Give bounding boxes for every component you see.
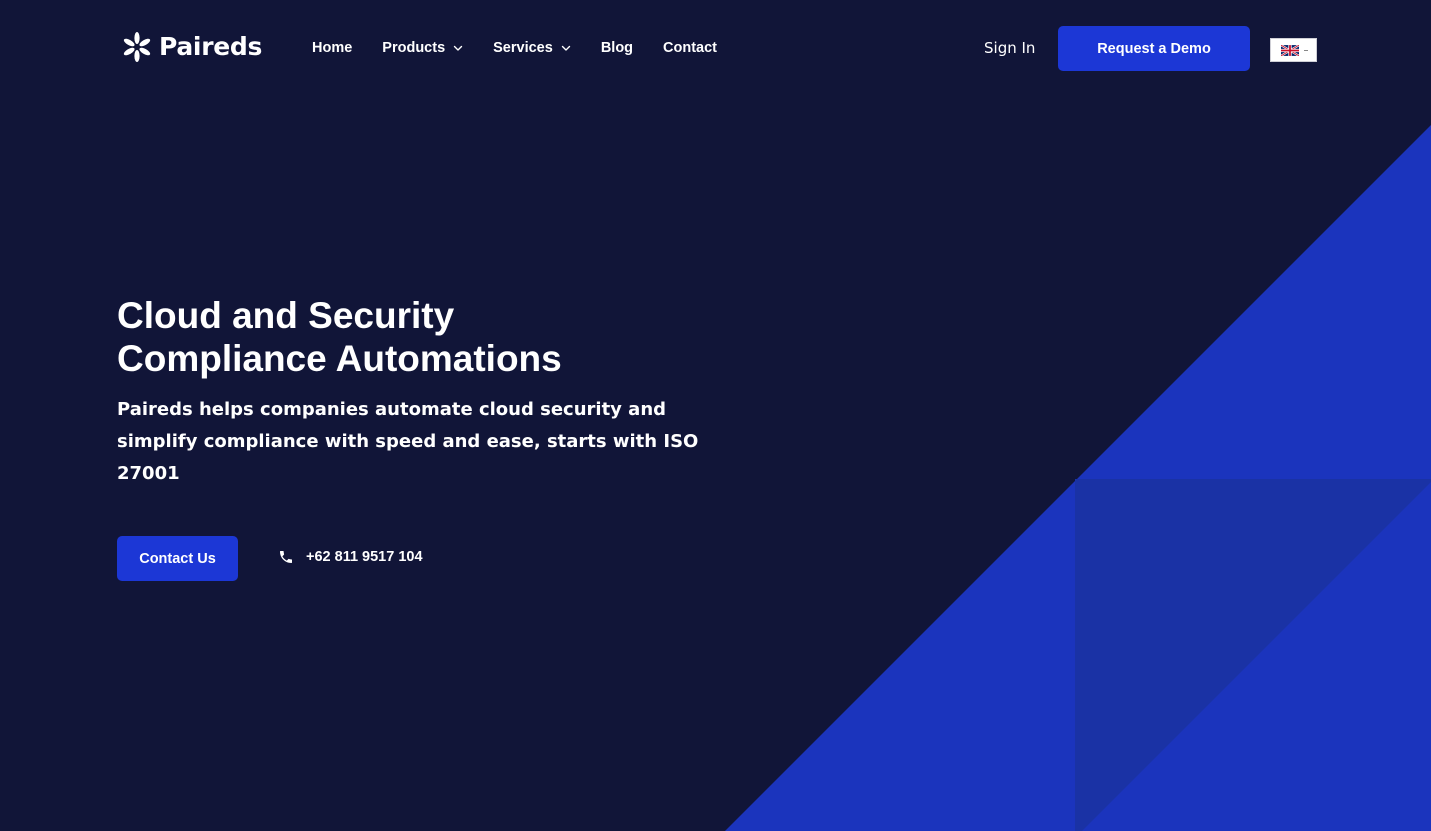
- language-dropdown-indicator: [1304, 49, 1308, 51]
- uk-flag-icon: [1281, 44, 1299, 56]
- language-selector[interactable]: [1270, 38, 1317, 62]
- contact-us-button[interactable]: Contact Us: [117, 536, 238, 581]
- page: Paireds Home Products Services Blog Cont…: [0, 0, 1431, 831]
- chevron-down-icon: [561, 45, 571, 51]
- sign-in-link[interactable]: Sign In: [984, 37, 1035, 59]
- main-navigation: Home Products Services Blog Contact: [312, 38, 717, 58]
- nav-item-services[interactable]: Services: [493, 38, 571, 58]
- nav-item-contact[interactable]: Contact: [663, 38, 717, 58]
- nav-item-label: Blog: [600, 40, 634, 56]
- hero-subtitle: Paireds helps companies automate cloud s…: [117, 399, 699, 484]
- hero-title-line-1: Cloud and Security: [117, 295, 455, 336]
- phone-icon: [280, 550, 292, 563]
- request-demo-button[interactable]: Request a Demo: [1058, 26, 1250, 71]
- site-header: Paireds Home Products Services Blog Cont…: [0, 0, 1431, 96]
- hero-title: Cloud and Security Compliance Automation…: [117, 294, 737, 380]
- phone-number: +62 811 9517 104: [306, 548, 423, 565]
- nav-item-products[interactable]: Products: [382, 38, 463, 58]
- asterisk-logo-icon: [123, 32, 151, 62]
- nav-item-label: Services: [493, 40, 553, 56]
- nav-item-label: Products: [382, 40, 446, 56]
- chevron-down-icon: [453, 45, 463, 51]
- hero-section: Cloud and Security Compliance Automation…: [117, 294, 737, 490]
- nav-item-label: Home: [312, 40, 353, 56]
- hero-cta-row: Contact Us +62 811 9517 104: [117, 536, 423, 581]
- brand-name: Paireds: [159, 32, 263, 61]
- nav-item-blog[interactable]: Blog: [601, 38, 633, 58]
- nav-item-home[interactable]: Home: [312, 38, 352, 58]
- nav-item-label: Contact: [663, 40, 718, 56]
- phone-link[interactable]: +62 811 9517 104: [278, 549, 423, 565]
- brand-logo[interactable]: Paireds: [121, 31, 262, 63]
- hero-title-line-2: Compliance Automations: [117, 338, 562, 379]
